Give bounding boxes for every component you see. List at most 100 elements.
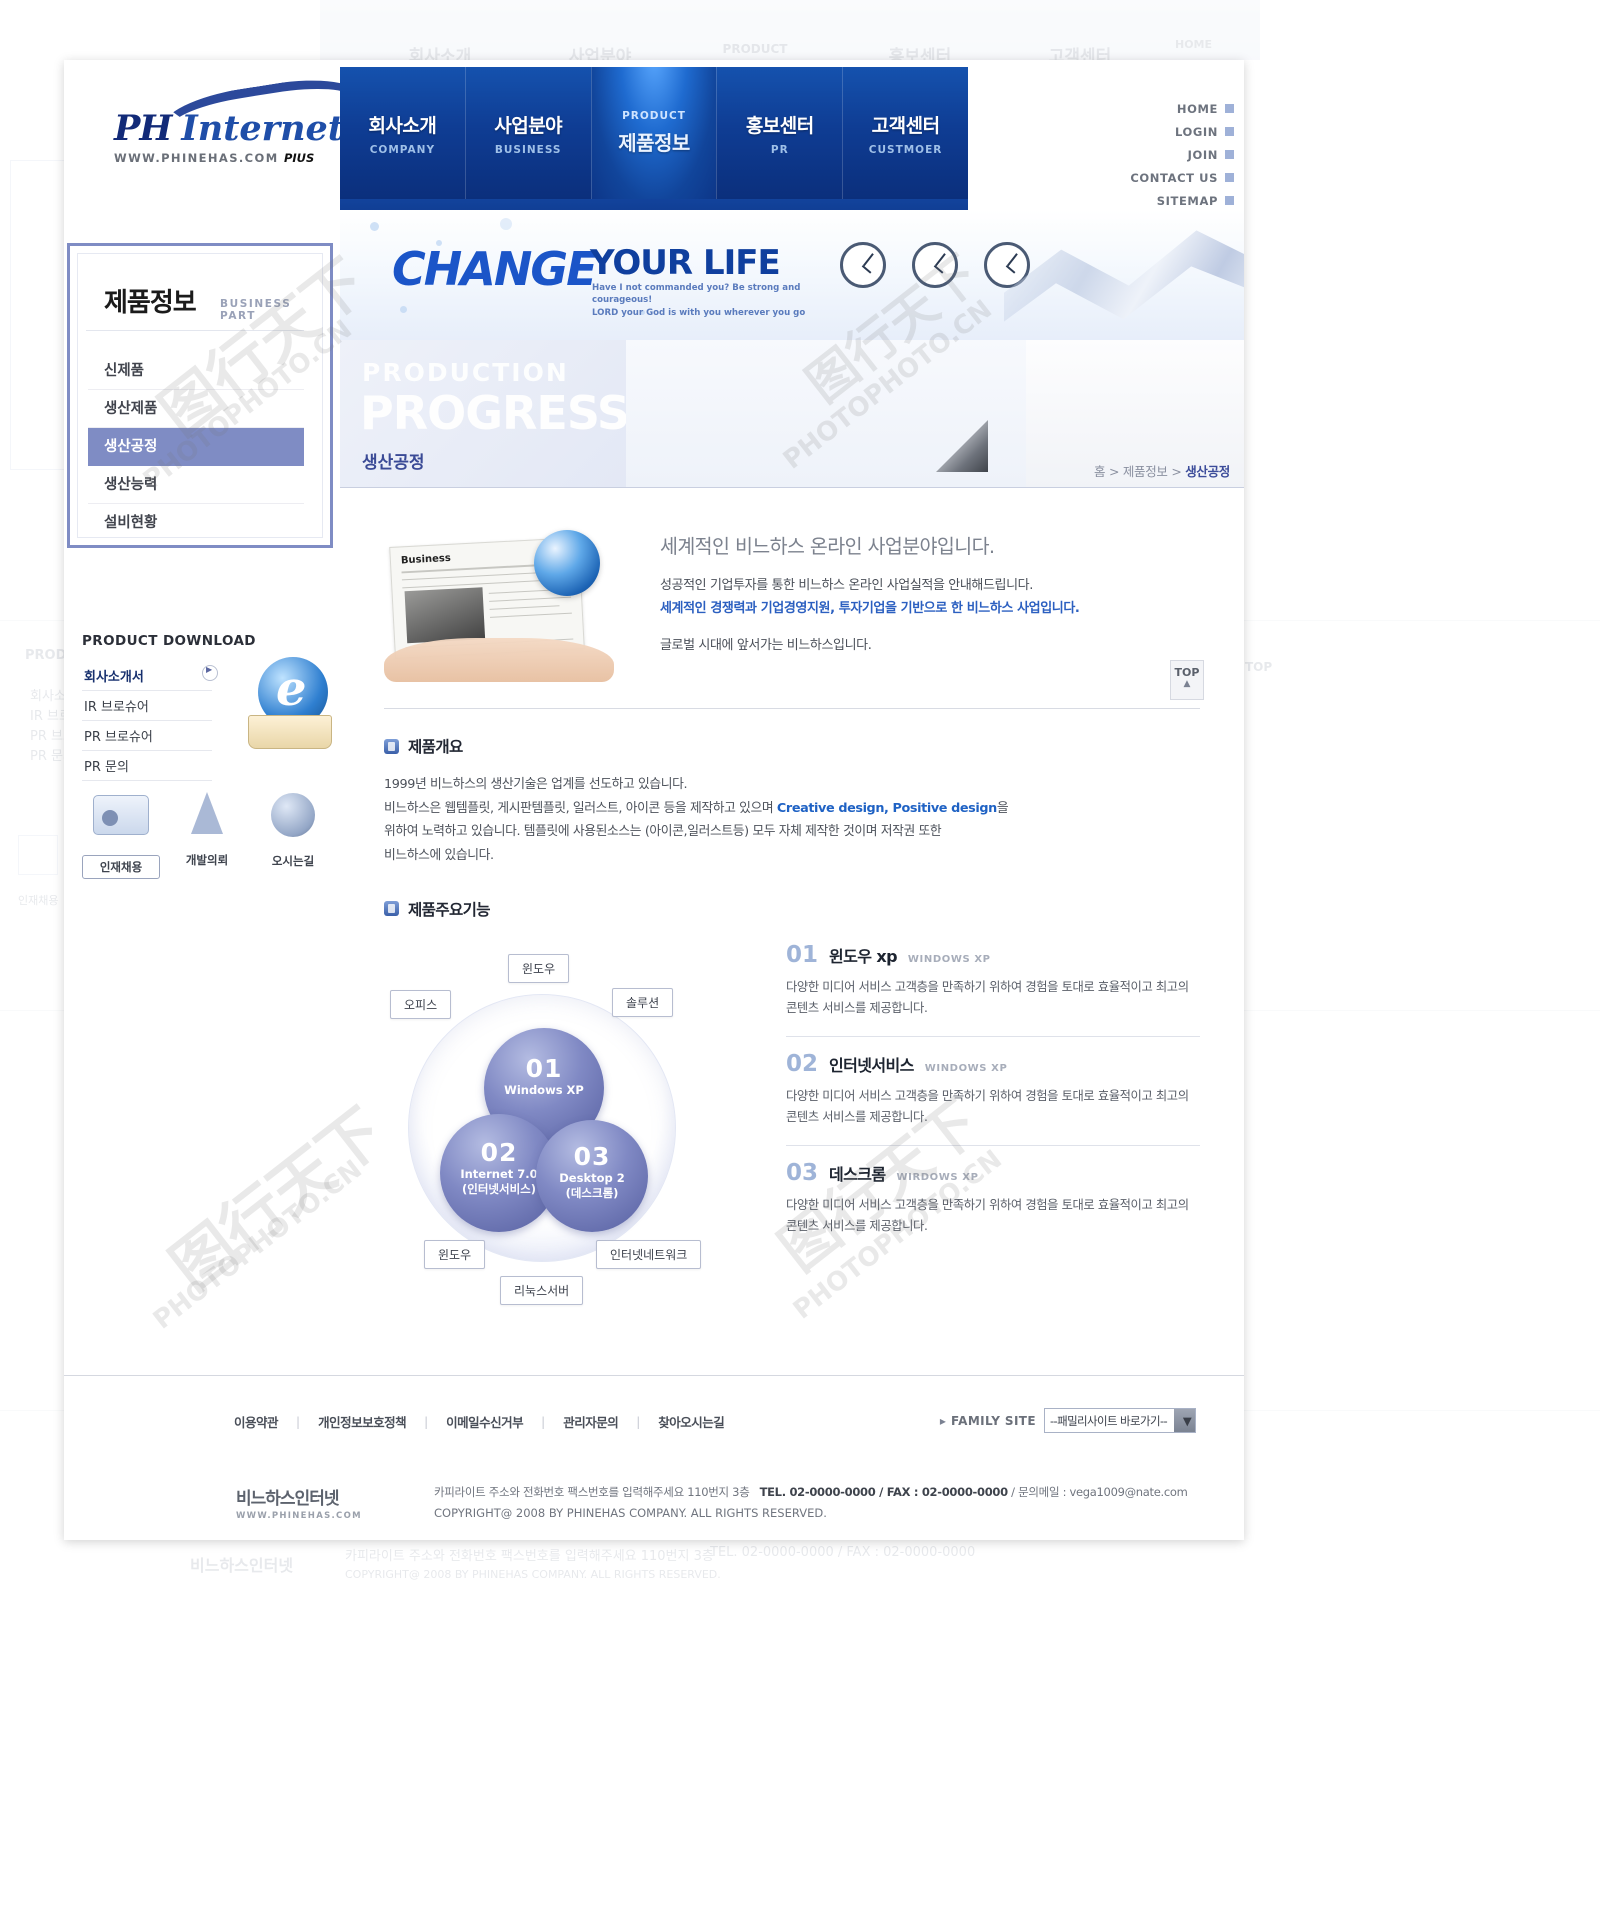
top-button-label: TOP: [1174, 666, 1200, 679]
utility-link-login[interactable]: LOGIN: [1130, 125, 1234, 139]
lnb-item-production-capacity[interactable]: 생산능력: [88, 466, 304, 504]
arrow-up-icon: ▲: [1183, 679, 1191, 689]
gnb-label-en: COMPANY: [369, 143, 436, 156]
gnb-item-product[interactable]: 제품정보 PRODUCT: [590, 67, 717, 199]
utility-link-home[interactable]: HOME: [1130, 102, 1234, 116]
features-section: 제품주요기능 윈도우 오피스 솔루션 윈도우 인터넷네트워크 리눅스서버 01 …: [384, 898, 1200, 1305]
download-item-pr-brochure[interactable]: PR 브로슈어: [82, 721, 212, 751]
clock-icon: [912, 242, 958, 288]
square-bullet-icon: [1225, 127, 1234, 136]
intro-section: Business 세계적인 비느하스 온라인 사업분야입니다. 성공적인 기업투…: [384, 530, 1200, 682]
site-logo[interactable]: PH Internet WWW.PHINEHAS.COM PIUS: [114, 70, 365, 165]
footer-link-email-refusal[interactable]: 이메일수신거부: [446, 1412, 524, 1431]
footer-logo-url: WWW.PHINEHAS.COM: [236, 1511, 362, 1521]
feature-list: 01 윈도우 xp WINDOWS XP 다양한 미디어 서비스 고객층을 만족…: [786, 942, 1200, 1302]
breadcrumb-home[interactable]: 홈: [1094, 464, 1106, 479]
family-site-value: --패밀리사이트 바로가기--: [1050, 1413, 1168, 1428]
footer-tel: TEL. 02-0000-0000 / FAX : 02-0000-0000: [759, 1485, 1009, 1499]
lnb-divider: [86, 330, 304, 331]
clock-icon: [840, 242, 886, 288]
scroll-to-top-button[interactable]: TOP ▲: [1170, 660, 1204, 700]
logo-area[interactable]: PH Internet WWW.PHINEHAS.COM PIUS: [64, 60, 365, 210]
breadcrumb: 홈 > 제품정보 > 생산공정: [1094, 461, 1230, 480]
lnb-subtitle: BUSINESS PART: [220, 298, 292, 322]
utility-link-sitemap[interactable]: SITEMAP: [1130, 194, 1234, 208]
download-item-ir-brochure[interactable]: IR 브로슈어: [82, 691, 212, 721]
quick-item-recruit[interactable]: 인재채용: [82, 788, 160, 879]
site-header: PH Internet WWW.PHINEHAS.COM PIUS 회사소개 CO…: [64, 60, 1244, 243]
ghost-footer-address: 카피라이트 주소와 전화번호 팩스번호를 입력해주세요 110번지 3층: [345, 1549, 714, 1564]
intro-text: 세계적인 비느하스 온라인 사업분야입니다. 성공적인 기업투자를 통한 비느하…: [660, 530, 1080, 680]
lnb-item-production-product[interactable]: 생산제품: [88, 390, 304, 428]
overview-paragraph-2: 비느하스은 웹템플릿, 게시판템플릿, 일러스트, 아이콘 등을 제작하고 있으…: [384, 800, 1009, 816]
quick-menu: 인재채용 개발의뢰 오시는길: [82, 788, 332, 879]
overview-paragraph-1: 1999년 비느하스의 생산기술은 업계를 선도하고 있습니다.: [384, 777, 688, 792]
utility-link-contact-us[interactable]: CONTACT US: [1130, 171, 1234, 185]
gnb-item-business[interactable]: 사업분야 BUSINESS: [464, 67, 591, 199]
lnb-item-production-process[interactable]: 생산공정: [88, 428, 304, 466]
feature-number: 01: [786, 941, 819, 968]
gnb-item-company[interactable]: 회사소개 COMPANY: [340, 67, 465, 199]
breadcrumb-divider: [340, 487, 1244, 488]
banner-headline-your-life: YOUR LIFE: [590, 243, 781, 283]
product-download-title: PRODUCT DOWNLOAD: [82, 633, 256, 649]
lnb-item-facility-status[interactable]: 설비현황: [88, 504, 304, 542]
breadcrumb-separator: >: [1171, 464, 1182, 479]
overview-paragraph-3: 위하여 노력하고 있습니다. 템플릿에 사용된소스는 (아이콘,일러스트등) 모…: [384, 824, 942, 840]
venn-bubble-03: 03 Desktop 2 (데스크롬): [536, 1119, 648, 1232]
page-container: PH Internet WWW.PHINEHAS.COM PIUS 회사소개 CO…: [64, 60, 1244, 1540]
gnb-item-customer[interactable]: 고객센터 CUSTMOER: [842, 67, 968, 199]
footer-link-directions[interactable]: 찾아오시는길: [658, 1412, 725, 1431]
lnb-item-new-product[interactable]: 신제품: [88, 352, 304, 390]
footer-copyright-block: 카피라이트 주소와 전화번호 팩스번호를 입력해주세요 110번지 3층 TEL…: [434, 1482, 1188, 1525]
gnb-label-en: PR: [770, 143, 789, 156]
ghost-text: 인재채용: [18, 894, 59, 907]
footer-address: 카피라이트 주소와 전화번호 팩스번호를 입력해주세요 110번지 3층: [434, 1485, 750, 1499]
breadcrumb-separator: >: [1108, 464, 1120, 479]
page-title: 생산공정: [362, 453, 425, 473]
gnb-label-ko: 고객센터: [871, 114, 940, 137]
footer-link-admin-inquiry[interactable]: 관리자문의: [563, 1412, 619, 1431]
footer-link-terms[interactable]: 이용약관: [234, 1412, 279, 1431]
features-title: 제품주요기능: [408, 900, 491, 919]
quick-item-development-request[interactable]: 개발의뢰: [168, 788, 246, 879]
feature-subtitle: WINDOWS XP: [924, 1062, 1008, 1074]
quick-label: 개발의뢰: [185, 853, 229, 867]
main-content: Business 세계적인 비느하스 온라인 사업분야입니다. 성공적인 기업투…: [340, 490, 1244, 1305]
intro-heading: 세계적인 비느하스 온라인 사업분야입니다.: [660, 535, 995, 558]
overview-highlight: Creative design, Positive design: [776, 800, 997, 816]
chevron-down-icon[interactable]: ▼: [1174, 1409, 1195, 1432]
venn-tag-solution: 솔루션: [612, 987, 674, 1017]
footer-link-privacy[interactable]: 개인정보보호정책: [318, 1412, 407, 1431]
intro-line-3: 글로벌 시대에 앞서가는 비느하스입니다.: [660, 637, 872, 653]
footer-divider: |: [424, 1414, 429, 1429]
ghost-nav: 회사소개 사업분야 PRODUCT 홍보센터 고객센터: [320, 0, 1260, 67]
banner-verse: Have I not commanded you? Be strong and …: [592, 283, 806, 318]
quick-item-directions[interactable]: 오시는길: [254, 788, 332, 879]
newspaper-masthead: Business: [400, 552, 452, 567]
footer-copyright: COPYRIGHT@ 2008 BY PHINEHAS COMPANY. ALL…: [434, 1506, 827, 1521]
venn-bubble-number: 03: [573, 1141, 611, 1171]
logo-plus-text: PIUS: [283, 151, 315, 165]
gnb-item-pr[interactable]: 홍보센터 PR: [716, 67, 842, 199]
square-bullet-icon: [1225, 173, 1234, 182]
download-item-company-profile[interactable]: 회사소개서: [82, 661, 218, 691]
square-bullet-icon: [1225, 104, 1234, 113]
section-divider: [384, 708, 1200, 709]
footer-email: / 문의메일 : vega1009@nate.com: [1011, 1485, 1188, 1499]
family-site-select[interactable]: --패밀리사이트 바로가기-- ▼: [1044, 1408, 1196, 1433]
family-site-area: FAMILY SITE --패밀리사이트 바로가기-- ▼: [940, 1408, 1196, 1433]
id-card-icon: [90, 795, 152, 849]
feature-title: 데스크롬: [829, 1164, 886, 1184]
utility-link-join[interactable]: JOIN: [1130, 148, 1234, 162]
lnb-title: 제품정보: [104, 288, 197, 318]
features-title-row: 제품주요기능: [384, 898, 1200, 920]
breadcrumb-section[interactable]: 제품정보: [1123, 464, 1168, 479]
globe-icon: [534, 530, 600, 596]
download-item-pr-inquiry[interactable]: PR 문의: [82, 751, 212, 781]
ghost-home-link: HOME: [1175, 38, 1213, 51]
product-download-list: 회사소개서 IR 브로슈어 PR 브로슈어 PR 문의: [82, 661, 218, 781]
feature-number: 02: [786, 1050, 819, 1077]
page-eyebrow: PRODUCTION: [362, 358, 569, 387]
ghost-footer-copyright: COPYRIGHT@ 2008 BY PHINEHAS COMPANY. ALL…: [345, 1568, 721, 1581]
